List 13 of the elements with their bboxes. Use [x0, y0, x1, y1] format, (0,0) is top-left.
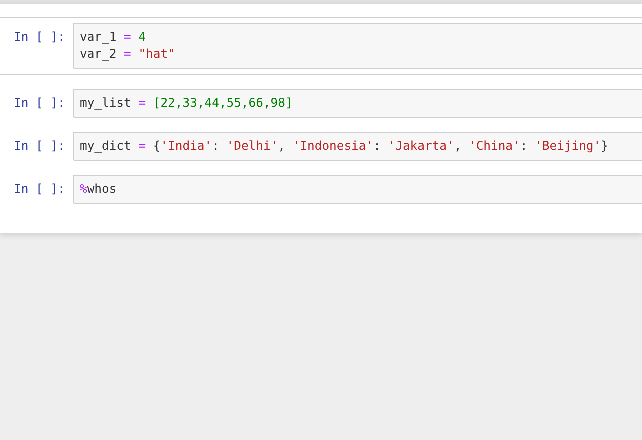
code-cell-input[interactable]: my_list = [22,33,44,55,66,98] — [73, 89, 642, 118]
input-prompt: In [ ]: — [14, 29, 66, 46]
code-cell-input[interactable]: var_1 = 4 var_2 = "hat" — [73, 23, 642, 69]
input-prompt: In [ ]: — [14, 138, 66, 155]
input-prompt: In [ ]: — [14, 181, 66, 198]
input-prompt: In [ ]: — [14, 95, 66, 112]
code-line: my_list = [22,33,44,55,66,98] — [80, 95, 294, 112]
code-line: my_dict = {'India': 'Delhi', 'Indonesia': 'Jakarta', 'China': 'Beijing'} — [80, 138, 610, 155]
code-line: var_2 = "hat" — [80, 46, 176, 63]
code-line: %whos — [80, 181, 118, 198]
code-line: var_1 = 4 — [80, 29, 148, 46]
code-cell-input[interactable]: my_dict = {'India': 'Delhi', 'Indonesia': 'Jakarta', 'China': 'Beijing'} — [73, 132, 642, 161]
code-cell-input[interactable]: %whos — [73, 175, 642, 204]
